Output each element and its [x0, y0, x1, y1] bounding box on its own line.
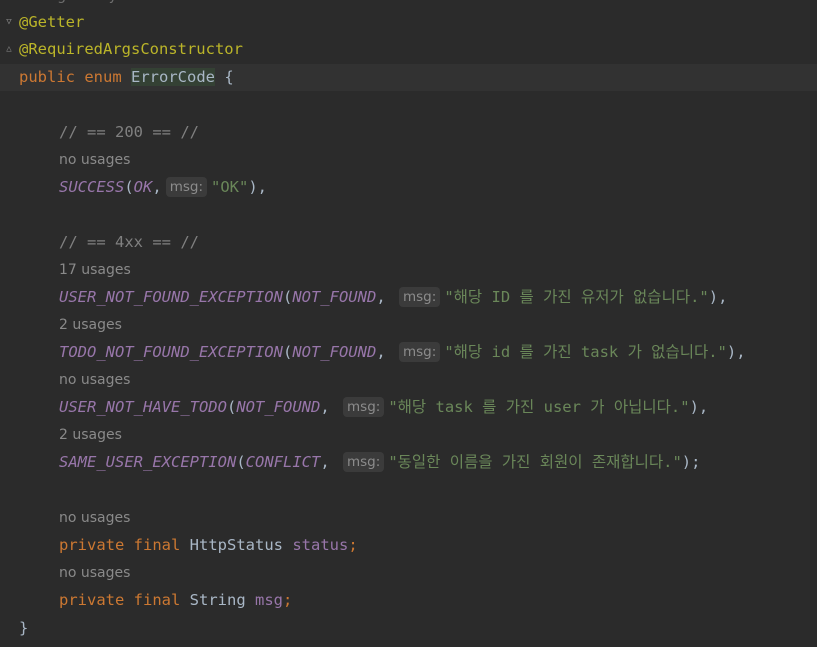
enum-constant-same-user: SAME_USER_EXCEPTION(CONFLICT, msg: "동일한 이… [59, 452, 701, 472]
enum-declaration: public enum ErrorCode { [19, 64, 234, 91]
param-hint: msg: [165, 177, 207, 197]
constant-name[interactable]: TODO_NOT_FOUND_EXCEPTION [59, 343, 283, 361]
modifiers: private final [59, 536, 181, 554]
usages-hint[interactable]: 2 usages [59, 312, 122, 339]
public-keyword: public [19, 68, 75, 86]
field-type[interactable]: String [190, 591, 246, 609]
usages-hint[interactable]: no usages [59, 560, 130, 587]
editor-gutter [0, 0, 18, 647]
param-hint: msg: [399, 287, 441, 307]
message-string: "OK" [211, 178, 249, 196]
message-string: "동일한 이름을 가진 회원이 존재합니다." [388, 453, 682, 471]
field-type[interactable]: HttpStatus [190, 536, 283, 554]
getter-annotation: @Getter [19, 13, 85, 31]
param-hint: msg: [343, 397, 385, 417]
enum-keyword: enum [84, 68, 122, 86]
message-string: "해당 id 를 가진 task 가 없습니다." [444, 343, 727, 361]
field-name[interactable]: msg [255, 591, 283, 609]
required-args-annotation: @RequiredArgsConstructor [19, 40, 243, 58]
field-status: private final HttpStatus status; [59, 536, 358, 554]
param-hint: msg: [343, 452, 385, 472]
enum-constant-user-not-found: USER_NOT_FOUND_EXCEPTION(NOT_FOUND, msg:… [59, 287, 728, 307]
message-string: "해당 task 를 가진 user 가 아닙니다." [388, 398, 690, 416]
usages-hint[interactable]: no usages [59, 367, 130, 394]
param-hint: msg: [399, 342, 441, 362]
usages-hint[interactable]: 2 usages [59, 422, 122, 449]
constant-name[interactable]: SUCCESS [59, 178, 124, 196]
enum-constant-user-not-have-todo: USER_NOT_HAVE_TODO(NOT_FOUND, msg: "해당 ta… [59, 397, 709, 417]
fold-marker-icon[interactable]: ▽ [4, 17, 14, 27]
message-string: "해당 ID 를 가진 유저가 없습니다." [444, 288, 709, 306]
fold-marker-icon[interactable]: △ [4, 44, 14, 54]
open-brace: { [224, 68, 234, 86]
usages-hint[interactable]: no usages [59, 505, 130, 532]
comment-200: // == 200 == // [59, 123, 199, 141]
field-name[interactable]: status [292, 536, 348, 554]
comment-4xx: // == 4xx == // [59, 233, 199, 251]
enum-constant-todo-not-found: TODO_NOT_FOUND_EXCEPTION(NOT_FOUND, msg:… [59, 342, 746, 362]
usages-hint[interactable]: no usages [59, 147, 130, 174]
close-brace: } [19, 619, 29, 637]
enum-constant-success: SUCCESS(OK, msg: "OK"), [59, 177, 267, 197]
constant-name[interactable]: USER_NOT_FOUND_EXCEPTION [59, 288, 283, 306]
enum-name[interactable]: ErrorCode [131, 68, 216, 86]
usages-hint[interactable]: 17 usages [59, 257, 131, 284]
modifiers: private final [59, 591, 181, 609]
constant-name[interactable]: USER_NOT_HAVE_TODO [59, 398, 227, 416]
field-msg: private final String msg; [59, 591, 293, 609]
constant-name[interactable]: SAME_USER_EXCEPTION [59, 453, 236, 471]
